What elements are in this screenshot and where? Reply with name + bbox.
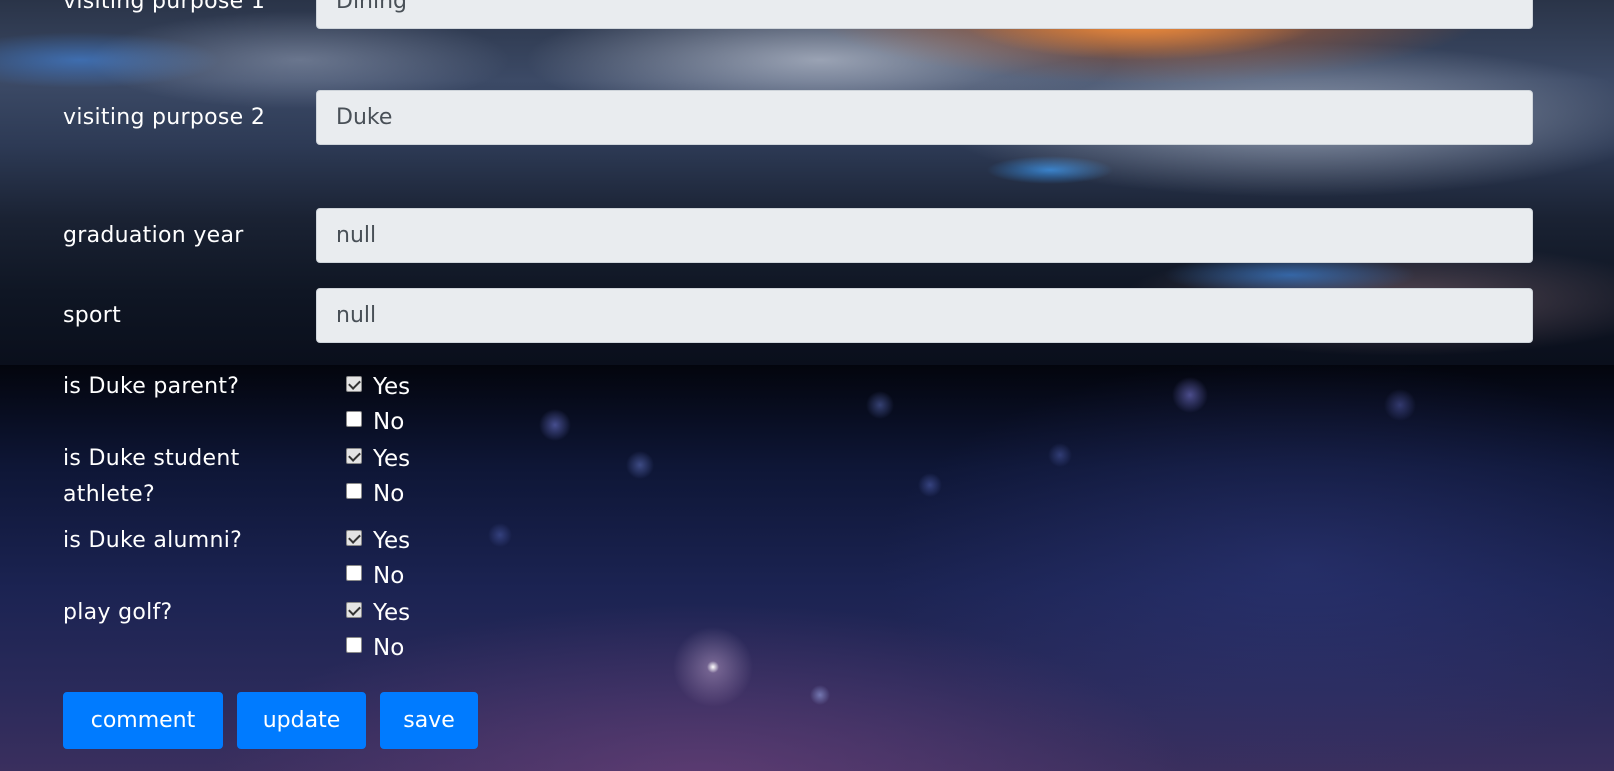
duke-student-athlete-yes-checkbox[interactable]: [346, 448, 362, 464]
duke-alumni-yes-checkbox[interactable]: [346, 530, 362, 546]
sport-input[interactable]: [316, 288, 1533, 343]
duke-alumni-yes-label: Yes: [373, 528, 411, 554]
play-golf-yes-option[interactable]: Yes: [346, 596, 410, 630]
duke-parent-yes-label: Yes: [373, 374, 411, 400]
play-golf-no-checkbox[interactable]: [346, 637, 362, 653]
duke-parent-yes-checkbox[interactable]: [346, 376, 362, 392]
duke-parent-no-checkbox[interactable]: [346, 411, 362, 427]
duke-parent-no-option[interactable]: No: [346, 405, 404, 439]
duke-alumni-yes-option[interactable]: Yes: [346, 524, 410, 558]
comment-button[interactable]: comment: [63, 692, 223, 749]
duke-student-athlete-no-option[interactable]: No: [346, 477, 404, 511]
play-golf-yes-checkbox[interactable]: [346, 602, 362, 618]
duke-alumni-no-checkbox[interactable]: [346, 565, 362, 581]
duke-student-athlete-yes-label: Yes: [373, 446, 411, 472]
play-golf-no-label: No: [373, 635, 405, 661]
play-golf-no-option[interactable]: No: [346, 631, 404, 665]
duke-parent-yes-option[interactable]: Yes: [346, 370, 410, 404]
visiting-purpose-1-label: visiting purpose 1: [63, 0, 266, 14]
play-golf-yes-label: Yes: [373, 600, 411, 626]
duke-student-athlete-yes-option[interactable]: Yes: [346, 442, 410, 476]
visiting-purpose-2-label: visiting purpose 2: [63, 105, 266, 130]
visiting-purpose-2-input[interactable]: [316, 90, 1533, 145]
duke-alumni-no-label: No: [373, 563, 405, 589]
duke-student-athlete-no-checkbox[interactable]: [346, 483, 362, 499]
visitor-form: visiting purpose 1 visiting purpose 2 gr…: [0, 0, 1614, 771]
visiting-purpose-1-input[interactable]: [316, 0, 1533, 29]
graduation-year-label: graduation year: [63, 223, 244, 248]
save-button[interactable]: save: [380, 692, 478, 749]
sport-label: sport: [63, 303, 122, 328]
update-button[interactable]: update: [237, 692, 366, 749]
duke-parent-no-label: No: [373, 409, 405, 435]
duke-student-athlete-label: is Duke student athlete?: [63, 446, 240, 507]
duke-alumni-no-option[interactable]: No: [346, 559, 404, 593]
graduation-year-input[interactable]: [316, 208, 1533, 263]
duke-parent-label: is Duke parent?: [63, 374, 240, 399]
duke-alumni-label: is Duke alumni?: [63, 528, 243, 553]
play-golf-label: play golf?: [63, 600, 173, 625]
duke-student-athlete-no-label: No: [373, 481, 405, 507]
